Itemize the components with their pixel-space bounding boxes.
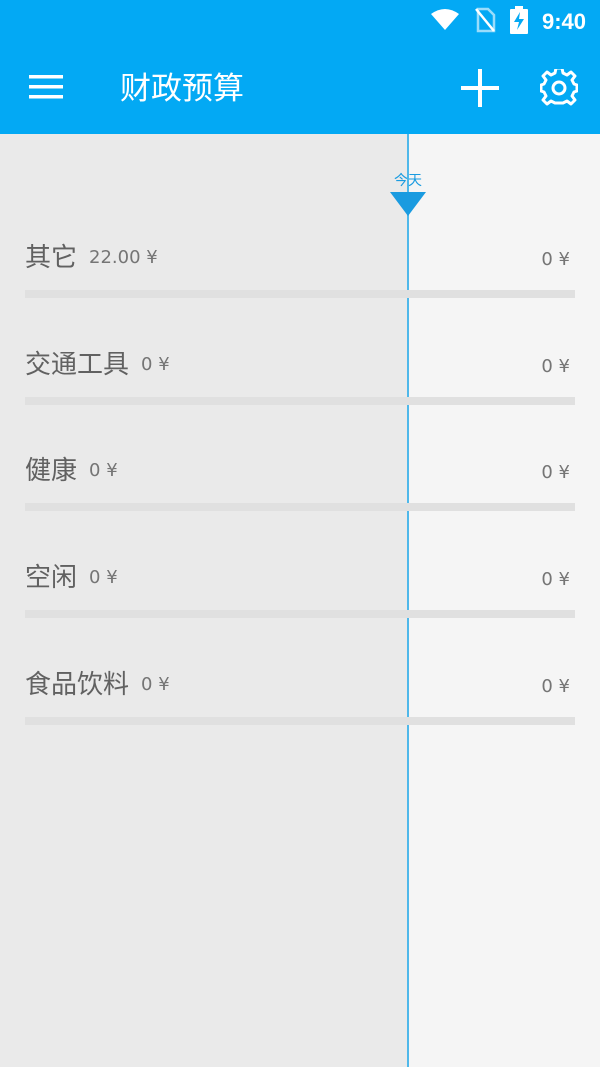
category-budget: 0 ¥: [541, 569, 570, 590]
category-name: 其它: [25, 243, 78, 273]
category-item-other[interactable]: 其它 22.00 ¥ 0 ¥: [0, 234, 600, 314]
status-time: 9:40: [541, 9, 586, 34]
category-spent: 0 ¥: [89, 567, 118, 588]
budget-list: 今天 其它 22.00 ¥ 0 ¥ 交通工具 0 ¥ 0 ¥ 健康 0 ¥ 0 ¥ 空…: [0, 134, 600, 1067]
status-bar: 9:40: [0, 0, 600, 44]
category-name: 交通工具: [25, 350, 130, 380]
category-budget: 0 ¥: [541, 676, 570, 697]
category-progress-bar: [25, 397, 575, 405]
today-label: 今天: [394, 173, 422, 189]
settings-button[interactable]: [535, 66, 583, 114]
category-budget: 0 ¥: [541, 249, 570, 270]
plus-icon: [461, 69, 499, 111]
category-spent: 22.00 ¥: [89, 247, 158, 268]
category-name: 空闲: [25, 563, 78, 593]
category-progress-bar: [25, 717, 575, 725]
category-spent: 0 ¥: [141, 354, 170, 375]
no-sim-icon: [474, 7, 496, 37]
gear-icon: [539, 66, 579, 111]
category-item-food-drink[interactable]: 食品饮料 0 ¥ 0 ¥: [0, 661, 600, 741]
menu-button[interactable]: [20, 68, 72, 110]
category-item-health[interactable]: 健康 0 ¥ 0 ¥: [0, 447, 600, 527]
today-marker-icon: [390, 192, 426, 216]
category-progress-bar: [25, 503, 575, 511]
category-spent: 0 ¥: [89, 460, 118, 481]
category-progress-bar: [25, 290, 575, 298]
category-progress-bar: [25, 610, 575, 618]
wifi-icon: [430, 8, 460, 36]
category-budget: 0 ¥: [541, 462, 570, 483]
add-button[interactable]: [456, 66, 504, 114]
status-icons: 9:40: [430, 6, 586, 38]
category-name: 食品饮料: [25, 670, 130, 700]
category-budget: 0 ¥: [541, 356, 570, 377]
hamburger-menu-icon: [29, 74, 63, 104]
app-bar: 财政预算: [0, 44, 600, 134]
category-spent: 0 ¥: [141, 674, 170, 695]
battery-charging-icon: [509, 6, 528, 38]
page-title: 财政预算: [120, 71, 244, 107]
category-name: 健康: [25, 456, 78, 486]
category-item-leisure[interactable]: 空闲 0 ¥ 0 ¥: [0, 554, 600, 634]
category-item-transport[interactable]: 交通工具 0 ¥ 0 ¥: [0, 341, 600, 421]
